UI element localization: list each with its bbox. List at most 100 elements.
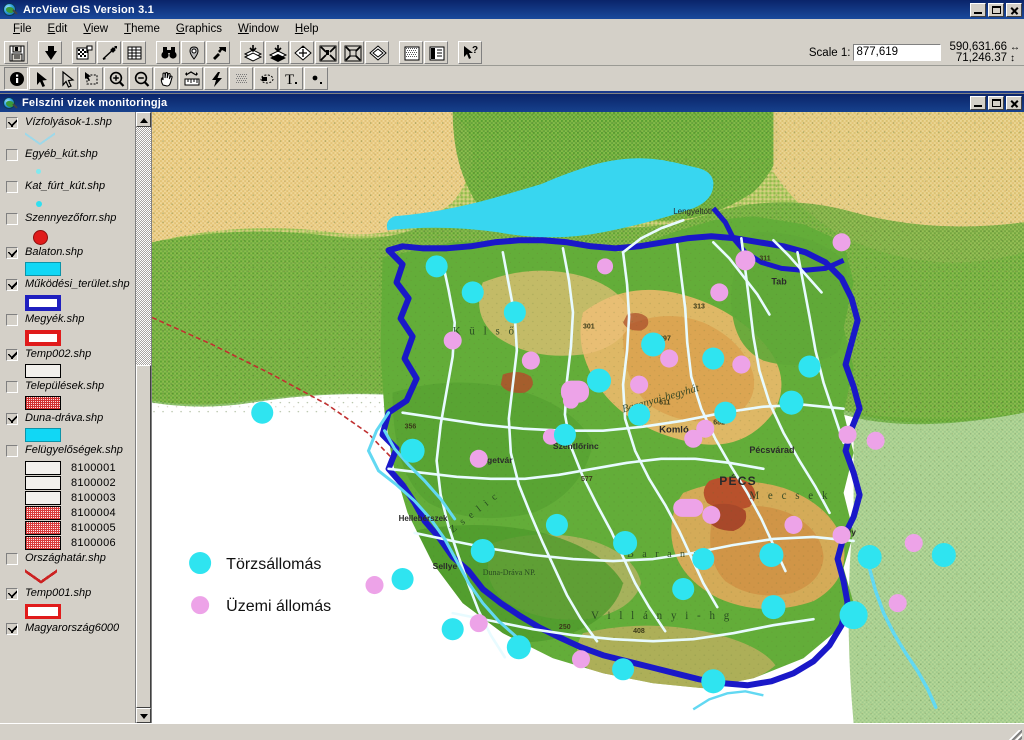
scrollbar-thumb[interactable] — [136, 365, 151, 709]
toc-scrollbar[interactable] — [135, 112, 151, 724]
draw-point-icon — [305, 68, 327, 89]
zoom-previous-button[interactable] — [365, 40, 389, 64]
menu-edit[interactable]: Edit — [40, 21, 76, 37]
text-tool[interactable]: T — [279, 67, 303, 90]
layer-kat-furt-kut[interactable]: Kat_fúrt_kút.shp — [6, 180, 135, 210]
edit-legend-button[interactable] — [97, 40, 121, 64]
menu-help[interactable]: Help — [287, 21, 327, 37]
scale-input[interactable]: 877,619 — [853, 44, 942, 61]
add-theme-button[interactable] — [38, 40, 62, 64]
layer-checkbox-szennyezoforr[interactable] — [6, 213, 18, 225]
layer-temp002[interactable]: Temp002.shp — [6, 348, 135, 378]
query-builder-button[interactable] — [206, 40, 230, 64]
select-features-button[interactable] — [399, 40, 423, 64]
menu-file[interactable]: File — [5, 21, 40, 37]
layer-megyek[interactable]: Megyék.shp — [6, 313, 135, 346]
view-title-bar: Felszíni vizek monitoringja — [0, 94, 1024, 112]
layer-temp001[interactable]: Temp001.shp — [6, 587, 135, 620]
layer-checkbox-temp002[interactable] — [6, 349, 18, 361]
view-restore-button[interactable] — [988, 96, 1004, 110]
label-villanyi-hg: V i l l á n y i - h g — [591, 610, 732, 622]
view-minimize-button[interactable] — [970, 96, 986, 110]
select-feature-tool[interactable] — [79, 67, 103, 90]
layer-felugyelosegek[interactable]: Felügyelőségek.shp 8100001 8100002 81000… — [6, 444, 135, 550]
station-main — [714, 401, 737, 424]
station-main — [586, 368, 612, 393]
help-pointer-button[interactable]: ? — [458, 40, 482, 64]
zoom-out-fixed-icon — [341, 42, 363, 63]
view-close-button[interactable] — [1006, 96, 1022, 110]
class-label: 8100002 — [71, 476, 116, 489]
menu-view[interactable]: View — [75, 21, 116, 37]
layer-checkbox-kat-furt-kut[interactable] — [6, 181, 18, 193]
layer-checkbox-balaton[interactable] — [6, 247, 18, 259]
scroll-up-button[interactable] — [136, 112, 151, 127]
layer-magyarorszag6000[interactable]: Magyarország6000 — [6, 622, 135, 637]
label-settlement-n1: Lengyeltóti — [673, 207, 712, 216]
hot-link-tool[interactable] — [204, 67, 228, 90]
zoom-in-fixed-button[interactable] — [315, 40, 339, 64]
layer-checkbox-magyarorszag6000[interactable] — [6, 623, 18, 635]
layer-checkbox-egyeb-kut[interactable] — [6, 149, 18, 161]
layer-duna-drava[interactable]: Duna-dráva.shp — [6, 412, 135, 442]
layer-checkbox-felugyelosegek[interactable] — [6, 445, 18, 457]
menu-window[interactable]: Window — [230, 21, 287, 37]
layer-label-mukodesi-terulet: Működési_terület.shp — [25, 278, 130, 290]
layer-egyeb-kut[interactable]: Egyéb_kút.shp — [6, 148, 135, 178]
layer-balaton[interactable]: Balaton.shp — [6, 246, 135, 276]
layer-checkbox-temp001[interactable] — [6, 588, 18, 600]
zoom-out-tool[interactable] — [129, 67, 153, 90]
layer-checkbox-orszaghatar[interactable] — [6, 553, 18, 565]
measure-tool[interactable] — [179, 67, 203, 90]
scrollbar-track[interactable] — [136, 127, 151, 709]
minimize-button[interactable] — [970, 2, 986, 17]
layer-mukodesi-terulet[interactable]: Működési_terület.shp — [6, 278, 135, 311]
clear-selection-button[interactable] — [424, 40, 448, 64]
layer-checkbox-vizfolyasok[interactable] — [6, 117, 18, 129]
zoom-to-full-extent-button[interactable] — [290, 40, 314, 64]
draw-point-tool[interactable] — [304, 67, 328, 90]
layer-telepulesek[interactable]: Települések.shp — [6, 380, 135, 410]
scroll-down-button[interactable] — [136, 708, 151, 724]
menu-graphics[interactable]: Graphics — [168, 21, 230, 37]
zoom-in-tool[interactable] — [104, 67, 128, 90]
theme-properties-button[interactable] — [72, 40, 96, 64]
label-komlo: Komló — [659, 425, 689, 436]
clear-selection-icon — [425, 42, 447, 63]
label-select-tool[interactable] — [254, 67, 278, 90]
layer-szennyezoforr[interactable]: Szennyezőforr.shp — [6, 212, 135, 245]
save-project-button[interactable] — [4, 40, 28, 64]
close-button[interactable] — [1006, 2, 1022, 17]
station-main — [857, 544, 882, 570]
pan-tool[interactable] — [154, 67, 178, 90]
zoom-out-fixed-button[interactable] — [340, 40, 364, 64]
layer-checkbox-megyek[interactable] — [6, 314, 18, 326]
map-canvas[interactable]: PÉCS Komló Pécsvárad Szigetvár Sellye Sz… — [152, 112, 1024, 724]
layer-orszaghatar[interactable]: Országhatár.shp — [6, 552, 135, 585]
peak-356: 356 — [405, 424, 417, 431]
layer-checkbox-telepulesek[interactable] — [6, 381, 18, 393]
area-of-interest-tool[interactable] — [229, 67, 253, 90]
zoom-to-themes-button[interactable] — [240, 40, 264, 64]
pointer-tool[interactable] — [29, 67, 53, 90]
zoom-to-selected-button[interactable] — [265, 40, 289, 64]
station-main — [506, 635, 531, 660]
maximize-button[interactable] — [988, 2, 1004, 17]
vertex-edit-tool[interactable] — [54, 67, 78, 90]
open-table-button[interactable] — [122, 40, 146, 64]
resize-grip-icon[interactable] — [1009, 730, 1022, 740]
layer-label-duna-drava: Duna-dráva.shp — [25, 412, 104, 424]
locate-address-button[interactable] — [181, 40, 205, 64]
menu-theme[interactable]: Theme — [116, 21, 168, 37]
identify-tool[interactable] — [4, 67, 28, 90]
class-row: 8100005 — [25, 520, 135, 535]
layer-checkbox-duna-drava[interactable] — [6, 413, 18, 425]
station-main — [613, 530, 638, 556]
layer-checkbox-mukodesi-terulet[interactable] — [6, 279, 18, 291]
coordinate-x-value: 590,631.66 — [949, 40, 1007, 53]
station-main — [702, 347, 725, 370]
find-button[interactable] — [156, 40, 180, 64]
map-graphic[interactable]: PÉCS Komló Pécsvárad Szigetvár Sellye Sz… — [152, 112, 1024, 724]
layer-vizfolyasok[interactable]: Vízfolyások-1.shp — [6, 116, 135, 146]
station-main — [400, 438, 425, 463]
